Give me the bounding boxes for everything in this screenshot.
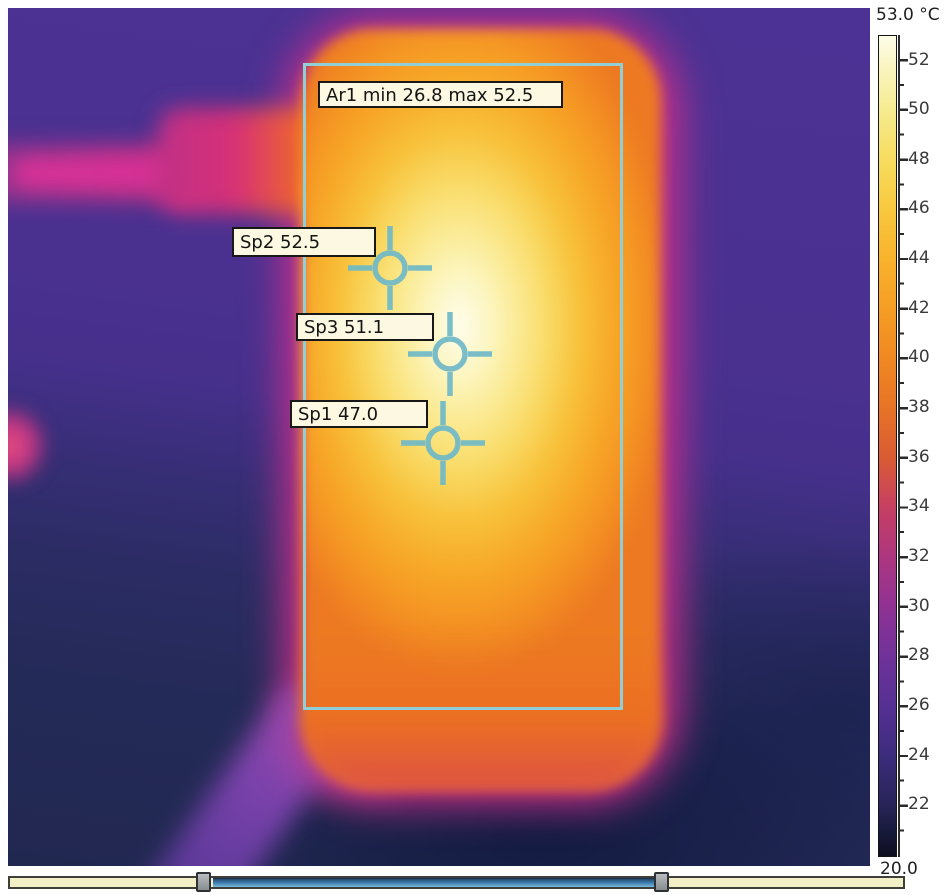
edge-heat-spot [8, 403, 50, 488]
span-slider-left-handle[interactable] [196, 872, 211, 892]
scale-tick-label: 34 [908, 496, 930, 517]
scale-tick-labels: 52 50 48 46 44 42 40 38 36 34 32 30 28 2… [908, 49, 942, 815]
scale-tick-label: 50 [908, 99, 930, 120]
scale-tick-label: 32 [908, 546, 930, 567]
span-slider-right-handle[interactable] [654, 872, 669, 892]
scale-tick-label: 40 [908, 347, 930, 368]
ar1-result-label[interactable]: Ar1 min 26.8 max 52.5 [318, 81, 563, 108]
temperature-color-scale[interactable] [878, 35, 897, 857]
scale-max-temp-label: 53.0 °C [876, 5, 940, 25]
scale-tick-label: 38 [908, 397, 930, 418]
scale-tick-label: 44 [908, 248, 930, 269]
scale-tick-label: 26 [908, 695, 930, 716]
sp3-result-text: Sp3 51.1 [304, 317, 385, 338]
scale-tick-label: 52 [908, 49, 930, 70]
span-slider-selected-range[interactable] [213, 878, 657, 887]
scale-tick-label: 42 [908, 297, 930, 318]
flir-thermal-analysis-view: Ar1 min 26.8 max 52.5 Sp2 52.5 Sp3 51.1 … [0, 0, 945, 895]
scale-tick-label: 24 [908, 744, 930, 765]
sp2-result-label[interactable]: Sp2 52.5 [232, 227, 376, 257]
ar1-result-text: Ar1 min 26.8 max 52.5 [326, 85, 534, 106]
sp1-result-text: Sp1 47.0 [298, 404, 379, 425]
sp1-result-label[interactable]: Sp1 47.0 [290, 400, 428, 428]
cable-heat-core [14, 160, 174, 186]
scale-tick-label: 22 [908, 794, 930, 815]
scale-tick-label: 30 [908, 595, 930, 616]
scale-tick-label: 36 [908, 446, 930, 467]
sp3-result-label[interactable]: Sp3 51.1 [296, 313, 434, 341]
scale-major-ticks [900, 59, 908, 811]
scale-tick-label: 46 [908, 198, 930, 219]
scale-tick-label: 48 [908, 148, 930, 169]
scale-tick-label: 28 [908, 645, 930, 666]
sp2-result-text: Sp2 52.5 [240, 232, 321, 253]
thermal-image-canvas[interactable]: Ar1 min 26.8 max 52.5 Sp2 52.5 Sp3 51.1 … [8, 8, 870, 866]
